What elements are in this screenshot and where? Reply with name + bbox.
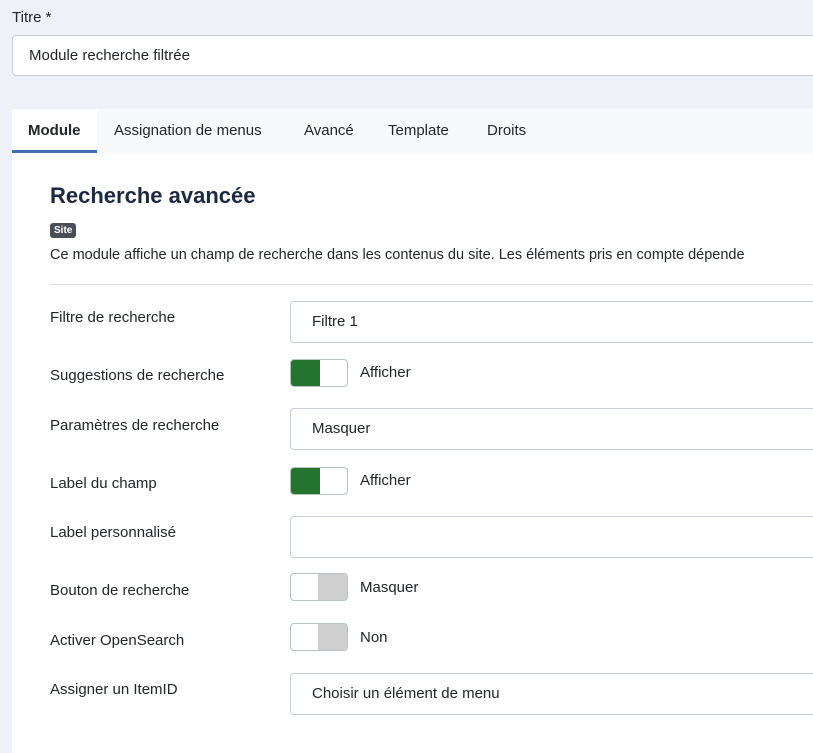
title-label: Titre *	[12, 9, 52, 26]
tab-advanced[interactable]: Avancé	[288, 109, 370, 153]
title-input[interactable]	[12, 35, 813, 76]
tab-template[interactable]: Template	[372, 109, 465, 153]
site-badge: Site	[50, 223, 77, 238]
tab-bar: Module Assignation de menus Avancé Templ…	[12, 109, 813, 154]
tab-module[interactable]: Module	[12, 109, 97, 153]
search-params-select[interactable]: Masquer	[290, 408, 813, 450]
custom-label-label: Label personnalisé	[50, 524, 176, 541]
toggle-knob	[291, 360, 320, 386]
tab-menu-assignment[interactable]: Assignation de menus	[98, 109, 278, 153]
field-label-label: Label du champ	[50, 475, 157, 492]
search-button-toggle[interactable]	[290, 573, 348, 601]
opensearch-state: Non	[360, 629, 388, 646]
search-suggestions-state: Afficher	[360, 364, 411, 381]
search-button-state: Masquer	[360, 579, 419, 596]
field-label-state: Afficher	[360, 472, 411, 489]
search-params-label: Paramètres de recherche	[50, 417, 220, 434]
toggle-knob	[291, 468, 320, 494]
module-description: Ce module affiche un champ de recherche …	[50, 247, 745, 263]
toggle-knob	[318, 624, 347, 650]
toggle-knob	[318, 574, 347, 600]
itemid-select[interactable]: Choisir un élément de menu	[290, 673, 813, 715]
search-button-label: Bouton de recherche	[50, 582, 190, 599]
opensearch-toggle[interactable]	[290, 623, 348, 651]
search-suggestions-toggle[interactable]	[290, 359, 348, 387]
search-suggestions-label: Suggestions de recherche	[50, 367, 225, 384]
custom-label-input[interactable]	[290, 516, 813, 558]
itemid-label: Assigner un ItemID	[50, 681, 178, 698]
search-filter-select[interactable]: Filtre 1	[290, 301, 813, 343]
module-heading: Recherche avancée	[50, 183, 256, 208]
search-filter-label: Filtre de recherche	[50, 309, 176, 326]
opensearch-label: Activer OpenSearch	[50, 632, 185, 649]
field-label-toggle[interactable]	[290, 467, 348, 495]
tab-permissions[interactable]: Droits	[471, 109, 542, 153]
module-panel: Recherche avancée Site Ce module affiche…	[12, 153, 813, 753]
divider	[50, 284, 813, 285]
